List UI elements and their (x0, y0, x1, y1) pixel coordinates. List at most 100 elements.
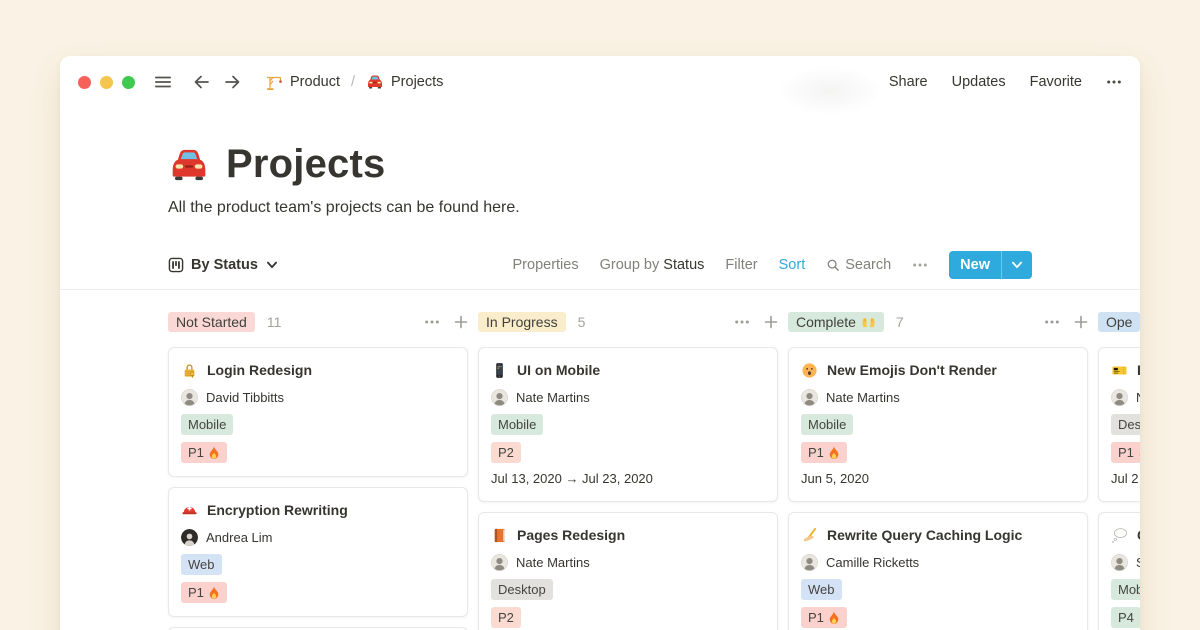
properties-button[interactable]: Properties (513, 257, 579, 273)
ticket-icon (1111, 362, 1128, 379)
platform-tag: Web (181, 554, 222, 575)
menu-icon[interactable] (153, 72, 173, 92)
column-header: Ope (1098, 310, 1140, 334)
sort-button[interactable]: Sort (779, 257, 806, 273)
view-toolbar: By Status Properties Group by Status Fil… (168, 251, 1032, 289)
fire-icon (1138, 446, 1140, 460)
date-range: Jul 13, 2020 → Jul 23, 2020 (491, 470, 765, 488)
column-count: 5 (578, 314, 586, 330)
fire-icon (208, 586, 220, 600)
forward-arrow-icon[interactable] (223, 72, 243, 92)
breadcrumb-label: Product (290, 74, 340, 90)
breadcrumb-separator: / (351, 74, 355, 90)
column-add-icon[interactable] (1074, 315, 1088, 329)
board-view-icon (168, 257, 184, 273)
card-login-redesign[interactable]: Login Redesign David Tibbitts Mobile P1 (168, 347, 468, 477)
column-status-pill[interactable]: Ope (1098, 312, 1140, 332)
column-status-pill[interactable]: Complete (788, 312, 884, 332)
window-controls (78, 76, 135, 89)
background-smudge (755, 56, 905, 126)
card-title: Encryption Rewriting (207, 502, 348, 518)
car-icon (366, 73, 384, 91)
date: Jun 5, 2020 (801, 470, 1075, 488)
kanban-board: Not Started 11 Login Redesign David Tibb… (60, 310, 1140, 630)
card-title: Pages Redesign (517, 527, 625, 543)
new-dropdown-button[interactable] (1002, 251, 1032, 279)
favorite-button[interactable]: Favorite (1030, 74, 1082, 90)
priority-tag: P4 (1111, 607, 1140, 628)
column-add-icon[interactable] (454, 315, 468, 329)
column-status-pill[interactable]: In Progress (478, 312, 566, 332)
new-button[interactable]: New (949, 251, 1032, 279)
priority-tag: P1 (181, 442, 227, 463)
avatar (181, 529, 198, 546)
group-by-value: Status (663, 257, 704, 273)
page-title: Projects (226, 142, 385, 187)
assignee-name: Nate Martins (516, 555, 590, 570)
assignee-name: Andrea Lim (206, 530, 272, 545)
crane-icon (265, 73, 283, 91)
back-arrow-icon[interactable] (191, 72, 211, 92)
breadcrumb-item-projects[interactable]: Projects (366, 73, 443, 91)
avatar (181, 389, 198, 406)
thought-balloon-icon (1111, 527, 1128, 544)
priority-tag: P1 (181, 582, 227, 603)
book-icon (491, 527, 508, 544)
column-status-pill[interactable]: Not Started (168, 312, 255, 332)
view-name: By Status (191, 257, 258, 273)
mobile-phone-icon (491, 362, 508, 379)
writing-hand-icon (801, 527, 818, 544)
column-more-icon[interactable] (734, 314, 750, 330)
avatar (491, 554, 508, 571)
card-new-emojis-dont-render[interactable]: New Emojis Don't Render Nate Martins Mob… (788, 347, 1088, 502)
filter-button[interactable]: Filter (725, 257, 757, 273)
assignee-name: David Tibbitts (206, 390, 284, 405)
column-count: 11 (267, 314, 282, 330)
priority-tag: P2 (491, 442, 521, 463)
toolbar-more-icon[interactable] (912, 257, 928, 273)
close-window-button[interactable] (78, 76, 91, 89)
priority-tag: P1 (801, 607, 847, 628)
card-clipped-2[interactable]: C S Mob P4 (1098, 512, 1140, 630)
group-by-button[interactable]: Group by Status (600, 257, 705, 273)
card-rewrite-query-caching-logic[interactable]: Rewrite Query Caching Logic Camille Rick… (788, 512, 1088, 630)
updates-button[interactable]: Updates (952, 74, 1006, 90)
more-options-icon[interactable] (1106, 74, 1122, 90)
breadcrumb-item-product[interactable]: Product (265, 73, 340, 91)
card-title: New Emojis Don't Render (827, 362, 997, 378)
fire-icon (208, 446, 220, 460)
column-add-icon[interactable] (764, 315, 778, 329)
assignee-name: Nate Martins (826, 390, 900, 405)
breadcrumb: Product / Projects (265, 73, 443, 91)
view-switcher[interactable]: By Status (168, 257, 279, 273)
group-by-prefix: Group by (600, 257, 660, 273)
assignee-name: Camille Ricketts (826, 555, 919, 570)
column-more-icon[interactable] (424, 314, 440, 330)
new-button-label: New (949, 251, 1001, 279)
priority-tag: P1 (1111, 442, 1140, 463)
card-encryption-rewriting[interactable]: Encryption Rewriting Andrea Lim Web P1 (168, 487, 468, 617)
priority-tag: P2 (491, 607, 521, 628)
card-pages-redesign[interactable]: Pages Redesign Nate Martins Desktop P2 (478, 512, 778, 630)
avatar (801, 389, 818, 406)
card-ui-on-mobile[interactable]: UI on Mobile Nate Martins Mobile P2 Jul … (478, 347, 778, 502)
zoom-window-button[interactable] (122, 76, 135, 89)
search-label: Search (845, 257, 891, 273)
fire-icon (828, 611, 840, 625)
chevron-down-icon (265, 258, 279, 272)
page-description: All the product team's projects can be f… (168, 199, 1140, 217)
card-clipped-1[interactable]: P N Des P1 Jul 2 (1098, 347, 1140, 502)
platform-tag: Mobile (801, 414, 853, 435)
column-header: Complete 7 (788, 310, 1088, 334)
minimize-window-button[interactable] (100, 76, 113, 89)
platform-tag: Desktop (491, 579, 553, 600)
column-more-icon[interactable] (1044, 314, 1060, 330)
avatar (491, 389, 508, 406)
column-count: 7 (896, 314, 904, 330)
search-button[interactable]: Search (826, 257, 891, 273)
assignee-name: N (1136, 390, 1140, 405)
breadcrumb-label: Projects (391, 74, 443, 90)
priority-tag: P1 (801, 442, 847, 463)
fire-icon (828, 446, 840, 460)
share-button[interactable]: Share (889, 74, 928, 90)
